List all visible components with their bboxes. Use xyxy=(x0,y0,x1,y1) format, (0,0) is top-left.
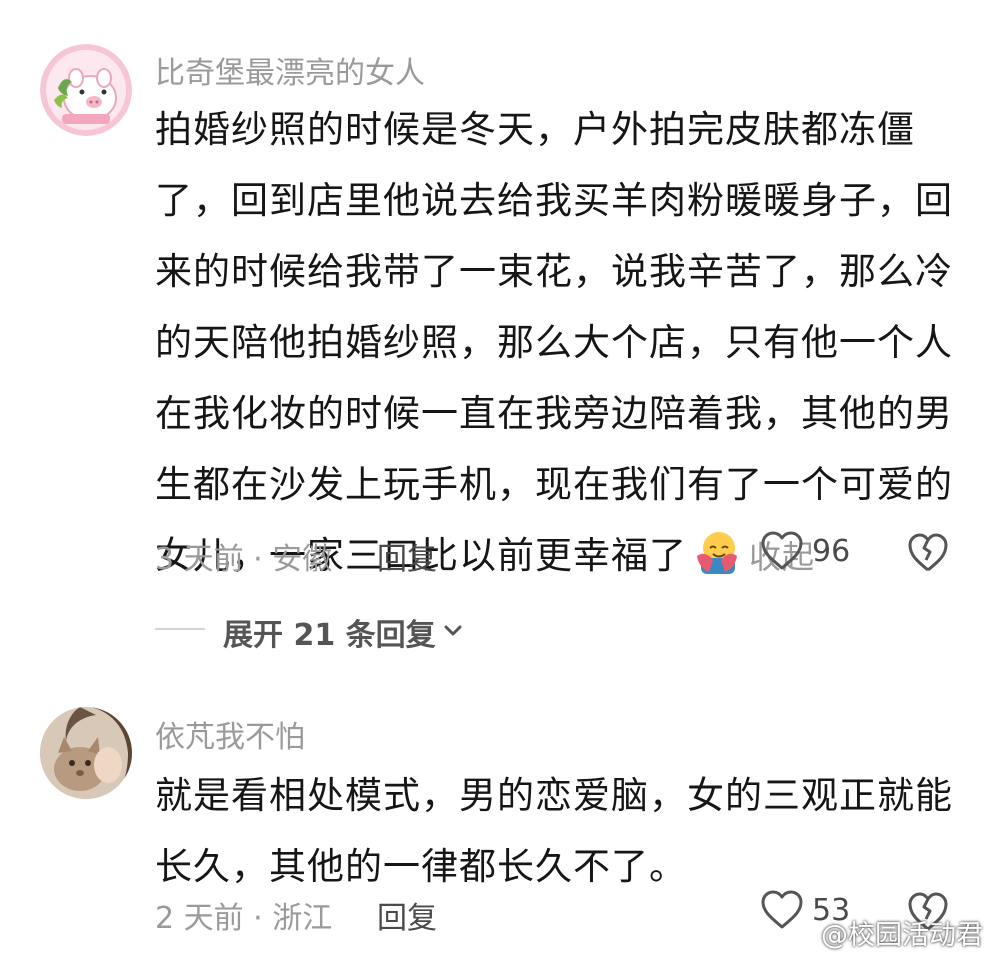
comment-text-line: 在我化妆的时候一直在我旁边陪着我，其他的男 xyxy=(155,392,953,435)
comment-text-line: 了，回到店里他说去给我买羊肉粉暖暖身子，回 xyxy=(155,179,953,222)
comment-text-line: 生都在沙发上玩手机，现在我们有了一个可爱的 xyxy=(155,463,953,506)
user-avatar[interactable] xyxy=(40,707,132,799)
like-count: 96 xyxy=(812,534,851,569)
cat-photo-avatar xyxy=(40,707,132,799)
comment-text-line: 长久，其他的一律都长久不了。 xyxy=(155,845,687,888)
comment-text-line: 拍婚纱照的时候是冬天，户外拍完皮肤都冻僵 xyxy=(155,108,915,151)
username[interactable]: 依芃我不怕 xyxy=(155,712,305,756)
heart-icon xyxy=(761,531,803,570)
divider-line xyxy=(155,628,205,630)
watermark: @校园活动君 xyxy=(821,920,983,951)
expand-replies-label: 展开 21 条回复 xyxy=(223,618,436,653)
heart-icon xyxy=(761,890,803,929)
comment-text: 就是看相处模式，男的恋爱脑，女的三观正就能 长久，其他的一律都长久不了。 xyxy=(155,760,955,902)
username[interactable]: 比奇堡最漂亮的女人 xyxy=(155,48,425,92)
timestamp-location: 3 天前 · 安徽 xyxy=(155,542,333,577)
chevron-down-icon xyxy=(444,625,462,636)
pig-avatar-icon xyxy=(40,44,132,136)
reply-button[interactable]: 回复 xyxy=(377,534,437,578)
reply-button[interactable]: 回复 xyxy=(377,893,437,937)
expand-replies-button[interactable]: 展开 21 条回复 xyxy=(155,604,555,654)
comment-meta: 3 天前 · 安徽 回复 96 xyxy=(155,531,955,584)
comment-text-line: 的天陪他拍婚纱照，那么大个店，只有他一个人 xyxy=(155,321,953,364)
user-avatar[interactable] xyxy=(40,44,132,136)
comment-text: 拍婚纱照的时候是冬天，户外拍完皮肤都冻僵 了，回到店里他说去给我买羊肉粉暖暖身子… xyxy=(155,94,955,593)
comment-item: 比奇堡最漂亮的女人 拍婚纱照的时候是冬天，户外拍完皮肤都冻僵 了，回到店里他说去… xyxy=(0,0,993,690)
timestamp-location: 2 天前 · 浙江 xyxy=(155,901,333,936)
comment-text-line: 来的时候给我带了一束花，说我辛苦了，那么冷 xyxy=(155,250,953,293)
broken-heart-icon[interactable] xyxy=(907,530,949,574)
comment-text-line: 就是看相处模式，男的恋爱脑，女的三观正就能 xyxy=(155,774,953,817)
